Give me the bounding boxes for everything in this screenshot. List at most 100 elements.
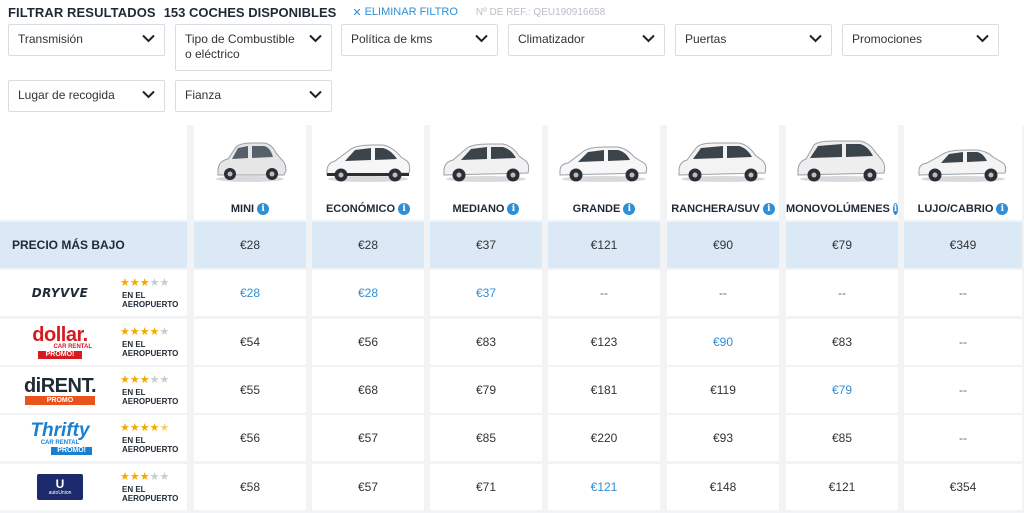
- filter-label: Fianza: [185, 88, 222, 102]
- price-cell[interactable]: €58: [194, 464, 306, 510]
- car-large-image: [559, 146, 648, 182]
- price-cell: --: [904, 367, 1022, 413]
- price-cell[interactable]: €68: [312, 367, 424, 413]
- price-cell[interactable]: €55: [194, 367, 306, 413]
- location-label: EN EL AEROPUERTO: [122, 340, 179, 358]
- lowest-price-cell[interactable]: €121: [548, 222, 660, 268]
- chevron-down-icon: [475, 34, 488, 43]
- filter-deposit[interactable]: Fianza: [175, 80, 332, 112]
- autounion-badge: U autoUnion: [37, 474, 83, 500]
- chevron-down-icon: [142, 34, 155, 43]
- lowest-price-cell[interactable]: €28: [312, 222, 424, 268]
- info-icon[interactable]: i: [996, 203, 1009, 215]
- price-cell[interactable]: €354: [904, 464, 1022, 510]
- car-convertible-image: [918, 149, 1007, 182]
- info-icon[interactable]: i: [507, 203, 520, 215]
- supplier-row-dirent[interactable]: diRENT. PROMO ★ ★ ★ ★ ★ EN EL AEROPUERTO: [0, 367, 187, 413]
- category-ranchera-suv[interactable]: RANCHERA/SUV i: [667, 125, 779, 220]
- price-cell[interactable]: €71: [430, 464, 542, 510]
- price-cell[interactable]: €56: [312, 319, 424, 365]
- clear-filter-link[interactable]: ✕ ELIMINAR FILTRO: [352, 6, 458, 19]
- price-cell[interactable]: €220: [548, 415, 660, 461]
- price-cell[interactable]: €90: [667, 319, 779, 365]
- rating-stars: ★ ★ ★ ★ ★: [120, 277, 170, 289]
- price-cell[interactable]: €121: [548, 464, 660, 510]
- lowest-price-cell[interactable]: €37: [430, 222, 542, 268]
- info-icon[interactable]: i: [892, 203, 898, 215]
- filter-fuel-type[interactable]: Tipo de Combustible o eléctrico: [175, 24, 332, 71]
- filter-mileage-policy[interactable]: Política de kms: [341, 24, 498, 56]
- category-label: LUJO/CABRIO i: [904, 203, 1022, 215]
- location-label: EN EL AEROPUERTO: [122, 436, 179, 454]
- price-cell[interactable]: €79: [430, 367, 542, 413]
- category-economico[interactable]: ECONÓMICO i: [312, 125, 424, 220]
- info-icon[interactable]: i: [257, 203, 270, 215]
- thrifty-logo: Thrifty CAR RENTAL PROMO!: [12, 418, 108, 458]
- category-label: ECONÓMICO i: [312, 203, 424, 215]
- chevron-down-icon: [309, 90, 322, 99]
- price-cell[interactable]: €85: [430, 415, 542, 461]
- category-lujo-cabrio[interactable]: LUJO/CABRIO i: [904, 125, 1022, 220]
- price-cell[interactable]: €57: [312, 415, 424, 461]
- filter-promotions[interactable]: Promociones: [842, 24, 999, 56]
- price-cell[interactable]: €181: [548, 367, 660, 413]
- filter-air-conditioning[interactable]: Climatizador: [508, 24, 665, 56]
- category-name: MEDIANO: [452, 203, 505, 215]
- price-cell[interactable]: €85: [786, 415, 898, 461]
- category-name: RANCHERA/SUV: [671, 203, 760, 215]
- rating-stars: ★ ★ ★ ★ ★: [120, 422, 170, 434]
- lowest-price-cell[interactable]: €28: [194, 222, 306, 268]
- price-cell[interactable]: €148: [667, 464, 779, 510]
- info-icon[interactable]: i: [398, 203, 411, 215]
- filter-transmission[interactable]: Transmisión: [8, 24, 165, 56]
- chevron-down-icon: [642, 34, 655, 43]
- filter-pickup-location[interactable]: Lugar de recogida: [8, 80, 165, 112]
- close-icon: ✕: [352, 6, 362, 19]
- info-icon[interactable]: i: [762, 203, 775, 215]
- supplier-row-dollar[interactable]: dollar. CAR RENTAL PROMO! ★ ★ ★ ★ ★ EN EL AE…: [0, 319, 187, 365]
- lowest-price-cell[interactable]: €349: [904, 222, 1022, 268]
- location-label: EN EL AEROPUERTO: [122, 485, 179, 503]
- car-minivan-image: [797, 140, 886, 182]
- category-monovolumenes[interactable]: MONOVOLÚMENES i: [786, 125, 898, 220]
- category-grande[interactable]: GRANDE i: [548, 125, 660, 220]
- price-cell[interactable]: €123: [548, 319, 660, 365]
- category-mediano[interactable]: MEDIANO i: [430, 125, 542, 220]
- price-cell[interactable]: €79: [786, 367, 898, 413]
- supplier-row-autounion[interactable]: U autoUnion ★ ★ ★ ★ ★ EN EL AEROPUERTO: [0, 464, 187, 510]
- info-icon[interactable]: i: [623, 203, 636, 215]
- dryvve-logo: DRYVVE: [31, 286, 89, 300]
- filter-label: Promociones: [852, 32, 923, 46]
- lowest-price-cell[interactable]: €90: [667, 222, 779, 268]
- price-cell[interactable]: €57: [312, 464, 424, 510]
- price-cell[interactable]: €83: [430, 319, 542, 365]
- supplier-row-dryvve[interactable]: DRYVVE ★ ★ ★ ★ ★ EN EL AEROPUERTO: [0, 270, 187, 316]
- filter-label: Tipo de Combustible o eléctrico: [185, 32, 295, 61]
- price-cell[interactable]: €28: [194, 270, 306, 316]
- filter-label: Lugar de recogida: [18, 88, 115, 102]
- price-cell: --: [786, 270, 898, 316]
- price-cell[interactable]: €56: [194, 415, 306, 461]
- chevron-down-icon: [809, 34, 822, 43]
- lowest-price-cell[interactable]: €79: [786, 222, 898, 268]
- price-cell[interactable]: €37: [430, 270, 542, 316]
- category-mini[interactable]: MINI i: [194, 125, 306, 220]
- category-name: ECONÓMICO: [325, 203, 396, 215]
- price-cell: --: [904, 319, 1022, 365]
- price-cell[interactable]: €121: [786, 464, 898, 510]
- car-mini-image: [216, 142, 287, 182]
- filter-doors[interactable]: Puertas: [675, 24, 832, 56]
- price-cell[interactable]: €54: [194, 319, 306, 365]
- reference-number: Nº DE REF.: QEU190916658: [475, 6, 606, 18]
- category-label: RANCHERA/SUV i: [667, 203, 779, 215]
- price-cell[interactable]: €28: [312, 270, 424, 316]
- supplier-row-thrifty[interactable]: Thrifty CAR RENTAL PROMO! ★ ★ ★ ★ ★ EN EL AE…: [0, 415, 187, 461]
- price-cell[interactable]: €83: [786, 319, 898, 365]
- rating-stars: ★ ★ ★ ★ ★: [120, 374, 170, 386]
- price-cell[interactable]: €119: [667, 367, 779, 413]
- location-label: EN EL AEROPUERTO: [122, 291, 179, 309]
- price-cell: --: [667, 270, 779, 316]
- price-cell[interactable]: €93: [667, 415, 779, 461]
- results-header: FILTRAR RESULTADOS 153 COCHES DISPONIBLE…: [8, 4, 605, 20]
- car-economy-image: [326, 144, 411, 182]
